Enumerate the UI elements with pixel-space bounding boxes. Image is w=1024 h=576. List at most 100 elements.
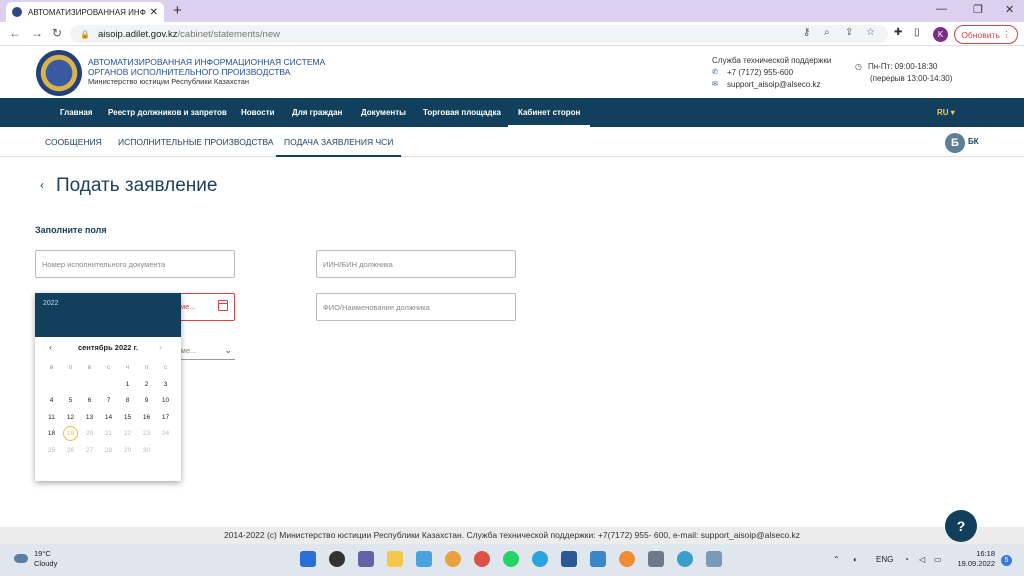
zoom-icon[interactable]: ⌕: [824, 27, 830, 38]
tab-enforcement-proceedings[interactable]: ИСПОЛНИТЕЛЬНЫЕ ПРОИЗВОДСТВА: [118, 127, 274, 157]
datepicker-day[interactable]: 18: [42, 426, 61, 442]
datepicker-day[interactable]: 1: [118, 377, 137, 393]
close-window-icon[interactable]: ✕: [1005, 3, 1014, 16]
bookmark-star-icon[interactable]: ☆: [866, 27, 875, 38]
datepicker-day[interactable]: 16: [137, 410, 156, 426]
address-bar-row: ← → ↻ 🔒 aisoip.adilet.gov.kz/cabinet/sta…: [0, 22, 1024, 46]
datepicker-day: 27: [85, 446, 94, 454]
datepicker-day[interactable]: 7: [99, 393, 118, 409]
new-tab-icon[interactable]: +: [173, 2, 182, 19]
user-initials[interactable]: БК: [968, 137, 979, 146]
help-button[interactable]: ?: [945, 510, 977, 542]
user-avatar[interactable]: Б: [945, 133, 965, 153]
app-icon-blue[interactable]: [590, 551, 606, 567]
datepicker-day[interactable]: 17: [156, 410, 175, 426]
datepicker-day: 26: [66, 446, 75, 454]
nav-item-news[interactable]: Новости: [241, 98, 275, 127]
ministry-emblem-icon[interactable]: [36, 50, 82, 96]
datepicker-day[interactable]: 15: [118, 410, 137, 426]
settings-icon[interactable]: [648, 551, 664, 567]
update-browser-button[interactable]: Обновить ⋮: [954, 25, 1018, 44]
hours-line1: Пн-Пт: 09:00-18:30: [867, 62, 938, 71]
org-name[interactable]: АВТОМАТИЗИРОВАННАЯ ИНФОРМАЦИОННАЯ СИСТЕМ…: [88, 57, 325, 87]
chrome-profile-icon[interactable]: [445, 551, 461, 567]
wifi-icon[interactable]: ◔: [904, 555, 909, 564]
mail-app-icon[interactable]: [416, 551, 432, 567]
datepicker-year[interactable]: 2022: [43, 300, 59, 307]
file-explorer-icon[interactable]: [387, 551, 403, 567]
battery-icon[interactable]: ▭: [934, 555, 942, 564]
whatsapp-icon[interactable]: [503, 551, 519, 567]
tab-submit-application[interactable]: ПОДАЧА ЗАЯВЛЕНИЯ ЧСИ: [276, 127, 402, 157]
key-icon[interactable]: ⚷: [803, 27, 810, 38]
fio-placeholder: ФИО/Наименование должника: [323, 302, 430, 312]
minimize-icon[interactable]: —: [936, 3, 947, 15]
language-select[interactable]: RU ▾: [937, 98, 955, 127]
url-input[interactable]: 🔒 aisoip.adilet.gov.kz/cabinet/statement…: [70, 25, 888, 43]
teams-icon[interactable]: [358, 551, 374, 567]
sidepanel-icon[interactable]: ▯: [914, 27, 920, 38]
datepicker-day[interactable]: 14: [99, 410, 118, 426]
datepicker-day[interactable]: 13: [80, 410, 99, 426]
datepicker-day-today[interactable]: 19: [63, 426, 78, 441]
system-clock[interactable]: 16:18 19.09.2022: [955, 549, 995, 569]
extensions-icon[interactable]: ✚: [894, 27, 902, 38]
org-line3: Министерство юстиции Республики Казахста…: [88, 77, 250, 86]
datepicker-day[interactable]: 8: [118, 393, 137, 409]
app-icon-orange[interactable]: [619, 551, 635, 567]
datepicker-day[interactable]: 5: [61, 393, 80, 409]
datepicker-day[interactable]: 12: [61, 410, 80, 426]
support-phone[interactable]: +7 (7172) 955-600: [727, 67, 793, 79]
word-icon[interactable]: [561, 551, 577, 567]
fio-field[interactable]: ФИО/Наименование должника: [316, 293, 516, 321]
nav-item-documents[interactable]: Документы: [361, 98, 406, 127]
datepicker-day[interactable]: 6: [80, 393, 99, 409]
app-icon-monitor[interactable]: [706, 551, 722, 567]
datepicker-day[interactable]: 2: [137, 377, 156, 393]
reload-icon[interactable]: ↻: [52, 26, 62, 40]
nav-item-citizens[interactable]: Для граждан: [292, 98, 342, 127]
calendar-icon[interactable]: [218, 300, 228, 311]
iin-field[interactable]: ИИН/БИН должника: [316, 250, 516, 278]
cloud-icon[interactable]: [14, 554, 28, 563]
datepicker-day: 25: [47, 446, 56, 454]
tab-messages[interactable]: СООБЩЕНИЯ: [45, 127, 102, 157]
profile-avatar[interactable]: K: [933, 27, 948, 42]
telegram-icon[interactable]: [532, 551, 548, 567]
browser-tab[interactable]: АВТОМАТИЗИРОВАННАЯ ИНФ ✕: [6, 2, 164, 22]
datepicker-day[interactable]: 4: [42, 393, 61, 409]
datepicker-day: 28: [104, 446, 113, 454]
chrome-icon[interactable]: [474, 551, 490, 567]
chevron-up-icon[interactable]: ⌃: [833, 555, 840, 564]
site-favicon-icon: [12, 7, 22, 17]
search-icon[interactable]: [329, 551, 345, 567]
close-tab-icon[interactable]: ✕: [150, 7, 158, 18]
datepicker-day[interactable]: 11: [42, 410, 61, 426]
volume-icon[interactable]: ◁: [919, 555, 925, 564]
support-email[interactable]: support_aisoip@alseco.kz: [727, 79, 821, 91]
nav-item-home[interactable]: Главная: [60, 98, 93, 127]
forward-arrow-icon[interactable]: →: [31, 26, 43, 40]
datepicker-day[interactable]: 9: [137, 393, 156, 409]
tray-app-icon[interactable]: ◐: [853, 555, 858, 564]
input-language[interactable]: ENG: [876, 555, 893, 564]
datepicker-day[interactable]: 10: [156, 393, 175, 409]
doc-number-field[interactable]: Номер исполнительного документа: [35, 250, 235, 278]
nav-item-cabinet[interactable]: Кабинет сторон: [508, 98, 591, 127]
share-icon[interactable]: ⇪: [845, 27, 853, 38]
clock-icon: ◷: [855, 62, 862, 71]
weather-widget[interactable]: 19°C Cloudy: [34, 549, 57, 569]
notification-badge[interactable]: 5: [1001, 555, 1012, 566]
datepicker-day: 22: [123, 430, 132, 437]
nav-item-registry[interactable]: Реестр должников и запретов: [108, 98, 227, 127]
app-icon-globe[interactable]: [677, 551, 693, 567]
restore-icon[interactable]: ❐: [973, 3, 983, 16]
start-menu-icon[interactable]: [300, 551, 316, 567]
weekday-header: в: [49, 364, 54, 371]
nav-item-marketplace[interactable]: Торговая площадка: [423, 98, 501, 127]
back-arrow-icon[interactable]: ←: [9, 26, 21, 40]
org-line2: ОРГАНОВ ИСПОЛНИТЕЛЬНОГО ПРОИЗВОДСТВА: [88, 67, 291, 77]
next-month-icon[interactable]: ›: [159, 342, 162, 352]
datepicker-day[interactable]: 3: [156, 377, 175, 393]
back-chevron-icon[interactable]: ‹: [40, 178, 44, 192]
